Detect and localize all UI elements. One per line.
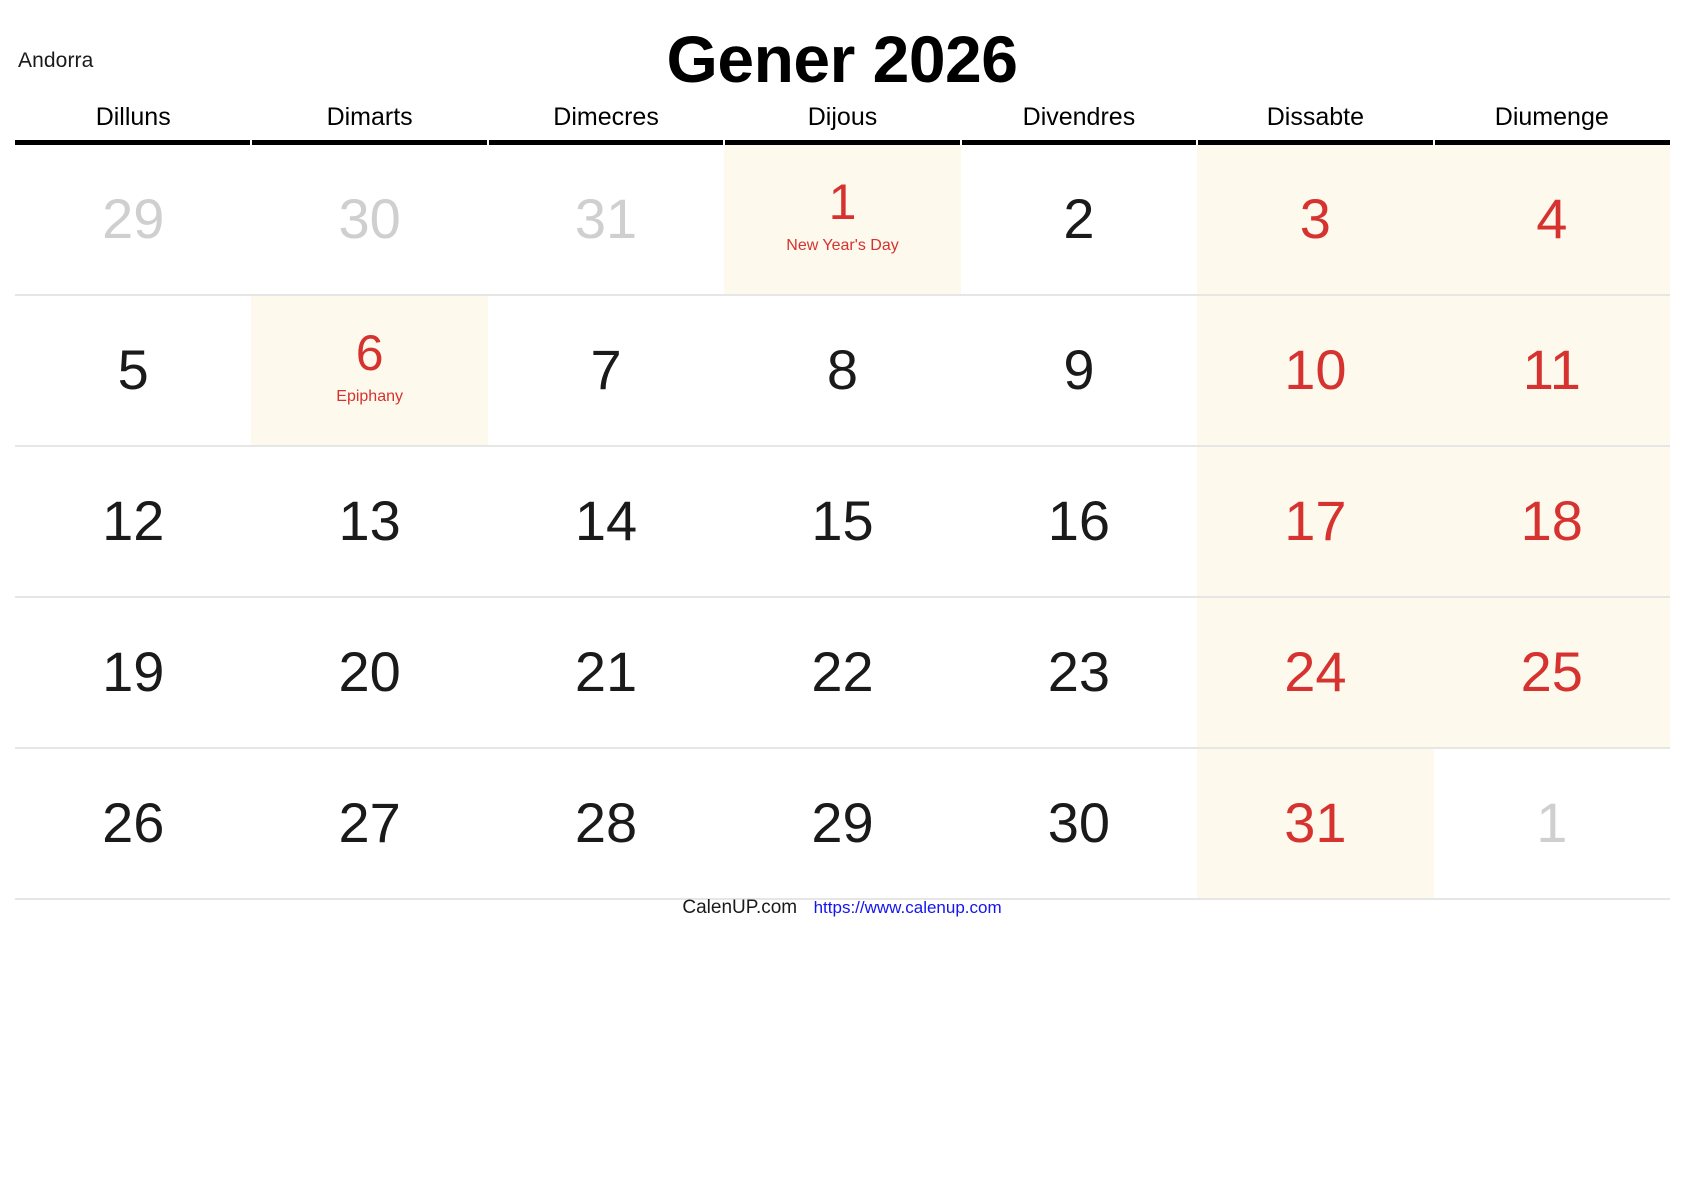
calendar-day-cell[interactable]: 29 <box>724 749 961 898</box>
calendar-day-cell[interactable]: 19 <box>15 598 252 747</box>
calendar-day-cell[interactable]: 2 <box>960 145 1198 294</box>
day-number: 10 <box>1284 338 1347 402</box>
calendar-day-cell[interactable]: 15 <box>724 447 961 596</box>
calendar-day-cell[interactable]: 26 <box>15 749 252 898</box>
calendar-day-cell[interactable]: 16 <box>960 447 1198 596</box>
calendar-week-row: 29 30 31 1 New Year's Day 2 3 4 <box>15 145 1670 296</box>
day-number: 26 <box>102 791 165 855</box>
calendar-day-cell[interactable]: 4 <box>1433 145 1670 294</box>
page-title: Gener 2026 <box>666 22 1018 96</box>
day-number: 18 <box>1520 489 1583 553</box>
calendar-day-cell[interactable]: 28 <box>487 749 725 898</box>
calendar-day-cell[interactable]: 30 <box>960 749 1198 898</box>
brand-label: CalenUP.com <box>682 897 798 918</box>
day-number: 7 <box>590 338 622 402</box>
calendar-page: Andorra Gener 2026 Dilluns Dimarts Dimecre… <box>0 0 1684 1191</box>
calendar-grid: Dilluns Dimarts Dimecres Dijous Divendres Dis… <box>15 105 1670 900</box>
calendar-week-row: 26 27 28 29 30 31 1 <box>15 749 1670 900</box>
day-number: 22 <box>811 640 874 704</box>
calendar-day-cell[interactable]: 7 <box>487 296 725 445</box>
day-number: 27 <box>338 791 401 855</box>
day-number: 20 <box>338 640 401 704</box>
calendar-week-row: 12 13 14 15 16 17 18 <box>15 447 1670 598</box>
calendar-day-cell[interactable]: 22 <box>724 598 961 747</box>
day-number: 31 <box>574 187 638 251</box>
day-number: 30 <box>338 187 401 251</box>
weekday-header-divendres: Divendres <box>959 105 1197 145</box>
calendar-day-cell[interactable]: 21 <box>487 598 725 747</box>
calendar-day-cell[interactable]: 24 <box>1197 598 1434 747</box>
day-number: 23 <box>1047 640 1111 704</box>
calendar-day-cell[interactable]: 18 <box>1433 447 1670 596</box>
brand-url-link[interactable]: https://www.calenup.com <box>814 898 1002 917</box>
day-number: 8 <box>826 338 859 402</box>
day-number: 30 <box>1047 791 1111 855</box>
calendar-day-cell[interactable]: 10 <box>1197 296 1434 445</box>
calendar-day-cell[interactable]: 1 <box>1433 749 1670 898</box>
calendar-day-cell[interactable]: 11 <box>1433 296 1670 445</box>
day-number: 14 <box>574 489 638 553</box>
day-number: 31 <box>1284 791 1347 855</box>
calendar-day-cell[interactable]: 12 <box>15 447 252 596</box>
day-number: 11 <box>1522 338 1581 402</box>
day-number: 6 <box>355 325 384 382</box>
day-number: 2 <box>1063 187 1095 251</box>
day-number: 4 <box>1536 187 1568 251</box>
day-number: 25 <box>1520 640 1583 704</box>
day-number: 1 <box>1536 791 1568 855</box>
weekday-header-dissabte: Dissabte <box>1196 105 1433 145</box>
calendar-day-cell[interactable]: 25 <box>1433 598 1670 747</box>
holiday-label: Epiphany <box>336 388 403 406</box>
footer: CalenUP.com https://www.calenup.com <box>0 897 1684 919</box>
weekday-header-dilluns: Dilluns <box>95 103 171 131</box>
calendar-day-cell[interactable]: 8 <box>724 296 961 445</box>
calendar-day-cell[interactable]: 20 <box>251 598 488 747</box>
holiday-label: New Year's Day <box>786 237 899 255</box>
calendar-day-cell[interactable]: 13 <box>251 447 488 596</box>
calendar-day-cell[interactable]: 5 <box>15 296 252 445</box>
day-number: 5 <box>117 338 149 402</box>
weekday-header-dijous: Dijous <box>723 105 960 145</box>
calendar-day-cell[interactable]: 31 <box>487 145 725 294</box>
day-number: 9 <box>1063 338 1095 402</box>
day-number: 29 <box>811 791 874 855</box>
calendar-day-cell[interactable]: 23 <box>960 598 1198 747</box>
day-number: 29 <box>102 187 165 251</box>
calendar-weeks: 29 30 31 1 New Year's Day 2 3 4 5 6 Epiphany 7 8 9 10 1… <box>15 145 1670 900</box>
weekday-header-dimarts: Dimarts <box>250 105 487 145</box>
day-number: 21 <box>574 640 638 704</box>
calendar-day-cell[interactable]: 30 <box>251 145 488 294</box>
weekday-header-diumenge: Diumenge <box>1432 105 1670 145</box>
day-number: 19 <box>102 640 165 704</box>
calendar-day-cell[interactable]: 27 <box>251 749 488 898</box>
calendar-day-cell[interactable]: 6 Epiphany <box>251 296 488 445</box>
day-number: 24 <box>1284 640 1347 704</box>
day-number: 13 <box>338 489 401 553</box>
day-number: 3 <box>1299 187 1331 251</box>
weekday-header-row: Dilluns Dimarts Dimecres Dijous Divendres Dis… <box>15 105 1670 145</box>
day-number: 1 <box>828 174 857 231</box>
calendar-week-row: 5 6 Epiphany 7 8 9 10 11 <box>15 296 1670 447</box>
day-number: 12 <box>102 489 165 553</box>
calendar-day-cell[interactable]: 3 <box>1197 145 1434 294</box>
calendar-day-cell[interactable]: 17 <box>1197 447 1434 596</box>
day-number: 17 <box>1284 489 1347 553</box>
calendar-header: Andorra Gener 2026 <box>0 0 1684 105</box>
day-number: 15 <box>811 489 874 553</box>
day-number: 16 <box>1047 489 1111 553</box>
weekday-header-dimecres: Dimecres <box>486 105 724 145</box>
day-number: 28 <box>574 791 638 855</box>
calendar-day-cell[interactable]: 31 <box>1197 749 1434 898</box>
calendar-day-cell[interactable]: 9 <box>960 296 1198 445</box>
calendar-day-cell[interactable]: 1 New Year's Day <box>724 145 961 294</box>
calendar-day-cell[interactable]: 29 <box>15 145 252 294</box>
calendar-week-row: 19 20 21 22 23 24 25 <box>15 598 1670 749</box>
calendar-day-cell[interactable]: 14 <box>487 447 725 596</box>
